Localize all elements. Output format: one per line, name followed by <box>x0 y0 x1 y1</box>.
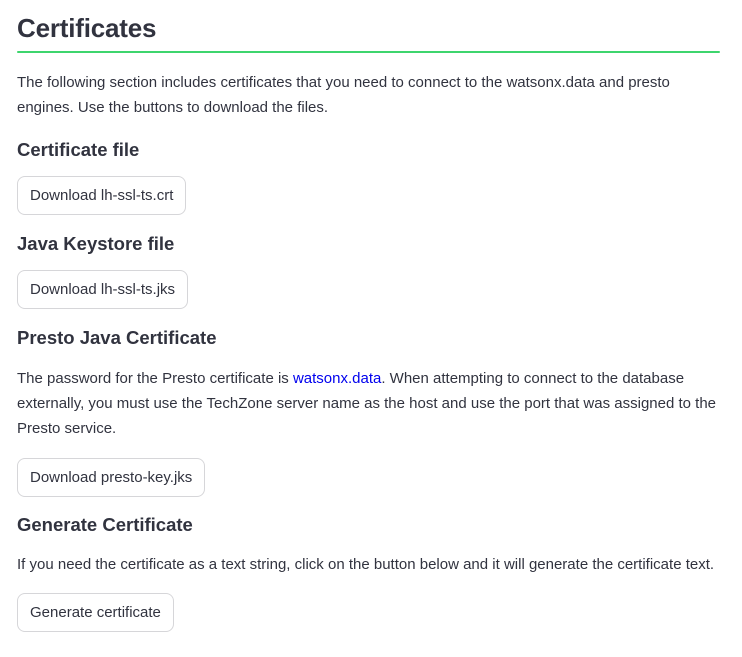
certificate-file-heading: Certificate file <box>17 139 140 160</box>
java-keystore-button-row: Download lh-ssl-ts.jks <box>17 270 722 309</box>
download-jks-button[interactable]: Download lh-ssl-ts.jks <box>17 270 189 309</box>
download-presto-key-button[interactable]: Download presto-key.jks <box>17 458 206 497</box>
watsonx-data-link[interactable]: watsonx.data <box>293 370 381 387</box>
intro-text: The following section includes certifica… <box>17 74 670 116</box>
presto-button-row: Download presto-key.jks <box>17 458 722 497</box>
certificates-page: Certificates The following section inclu… <box>0 0 742 657</box>
java-keystore-heading: Java Keystore file <box>17 233 175 254</box>
generate-certificate-text: If you need the certificate as a text st… <box>17 556 715 573</box>
page-title: Certificates <box>17 13 157 43</box>
generate-certificate-button[interactable]: Generate certificate <box>17 593 174 632</box>
presto-java-certificate-heading: Presto Java Certificate <box>17 327 217 348</box>
presto-password-text: The password for the Presto certificate … <box>17 366 722 441</box>
generate-button-row: Generate certificate <box>17 593 722 632</box>
generate-certificate-heading: Generate Certificate <box>17 514 193 535</box>
presto-text-before-link: The password for the Presto certificate … <box>17 370 293 387</box>
certificate-file-button-row: Download lh-ssl-ts.crt <box>17 176 722 215</box>
download-crt-button[interactable]: Download lh-ssl-ts.crt <box>17 176 187 215</box>
title-divider <box>17 51 720 53</box>
